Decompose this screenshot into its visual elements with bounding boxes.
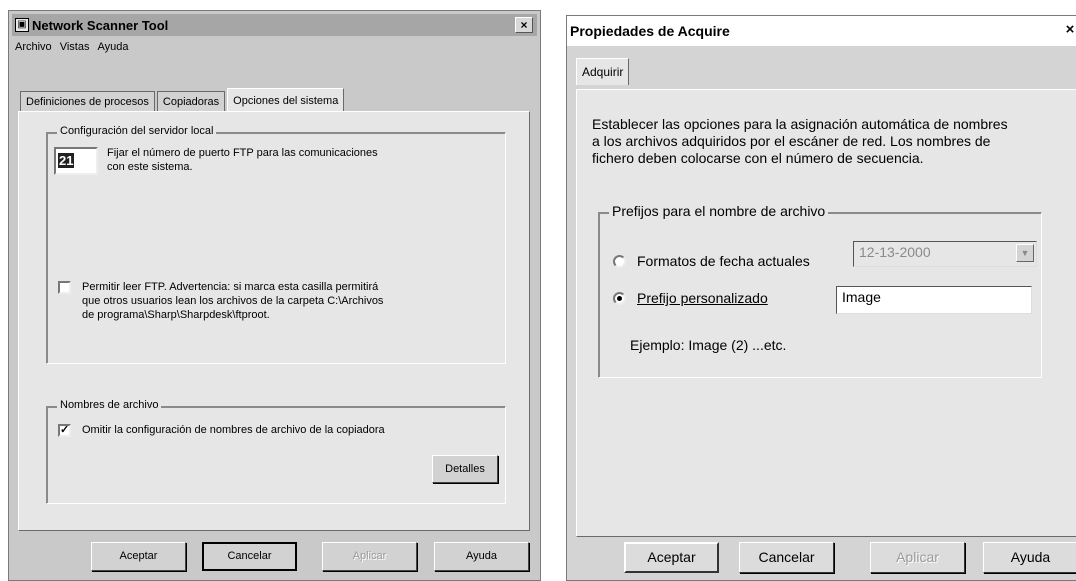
port-description-line-2: con este sistema. xyxy=(107,161,193,173)
custom-prefix-label: Prefijo personalizado xyxy=(637,290,768,306)
omit-filenames-checkbox[interactable]: ✓ xyxy=(58,424,71,437)
menu-vistas[interactable]: Vistas xyxy=(60,41,90,53)
port-description-line-1: Fijar el número de puerto FTP para las c… xyxy=(107,147,378,159)
filenames-group: Nombres de archivo ✓ Omitir la configura… xyxy=(46,399,506,504)
window-title: Network Scanner Tool xyxy=(32,17,169,33)
ftp-read-label-1: Permitir leer FTP. Advertencia: si marca… xyxy=(82,281,379,293)
acquire-properties-window: Propiedades de Acquire × Adquirir Establ… xyxy=(566,15,1076,581)
custom-prefix-radio[interactable] xyxy=(613,292,626,305)
filenames-legend: Nombres de archivo xyxy=(57,399,162,411)
prefix-group: Prefijos para el nombre de archivo Forma… xyxy=(598,203,1042,378)
omit-filenames-label: Omitir la configuración de nombres de ar… xyxy=(82,424,385,436)
cancel-button[interactable]: Cancelar xyxy=(739,542,834,573)
date-format-radio[interactable] xyxy=(613,255,626,268)
system-options-panel: Configuración del servidor local 21 Fija… xyxy=(18,111,530,531)
date-format-label: Formatos de fecha actuales xyxy=(637,253,810,269)
ok-button[interactable]: Aceptar xyxy=(624,542,719,573)
server-config-group: Configuración del servidor local 21 Fija… xyxy=(46,125,506,364)
cancel-button[interactable]: Cancelar xyxy=(202,542,297,571)
tab-acquire[interactable]: Adquirir xyxy=(576,58,630,85)
title-bar: ▣ Network Scanner Tool × xyxy=(12,14,537,36)
ftp-read-label-2: que otros usuarios lean los archivos de … xyxy=(82,295,384,307)
apply-button[interactable]: Aplicar xyxy=(870,542,965,573)
help-button[interactable]: Ayuda xyxy=(983,542,1076,573)
server-config-legend: Configuración del servidor local xyxy=(57,125,217,137)
ok-button[interactable]: Aceptar xyxy=(91,542,186,571)
tab-process-definitions[interactable]: Definiciones de procesos xyxy=(20,91,155,112)
description-line-2: a los archivos adquiridos por el escáner… xyxy=(592,133,991,149)
prefix-legend: Prefijos para el nombre de archivo xyxy=(609,203,829,219)
date-format-select[interactable]: 12-13-2000 ▼ xyxy=(853,241,1037,267)
window-title: Propiedades de Acquire xyxy=(570,23,730,39)
acquire-panel: Establecer las opciones para la asignaci… xyxy=(576,89,1076,537)
tab-system-options[interactable]: Opciones del sistema xyxy=(227,88,345,113)
tab-copiers[interactable]: Copiadoras xyxy=(156,91,226,112)
app-icon: ▣ xyxy=(15,18,29,32)
description-line-1: Establecer las opciones para la asignaci… xyxy=(592,116,1008,132)
menu-archivo[interactable]: Archivo xyxy=(15,41,52,53)
tab-strip: Definiciones de procesos Copiadoras Opci… xyxy=(20,87,346,113)
description-line-3: fichero deben colocarse con el número de… xyxy=(592,150,924,166)
close-button[interactable]: × xyxy=(1061,22,1076,39)
ftp-read-label-3: de programa\Sharp\Sharpdesk\ftproot. xyxy=(82,309,270,321)
menu-ayuda[interactable]: Ayuda xyxy=(97,41,128,53)
details-button[interactable]: Detalles xyxy=(432,455,498,483)
custom-prefix-input[interactable]: Image xyxy=(836,286,1032,314)
close-button[interactable]: × xyxy=(515,17,533,33)
title-bar: Propiedades de Acquire × xyxy=(567,16,1076,46)
ftp-port-input[interactable]: 21 xyxy=(54,147,98,175)
example-text: Ejemplo: Image (2) ...etc. xyxy=(630,337,787,353)
network-scanner-window: ▣ Network Scanner Tool × Archivo Vistas … xyxy=(8,10,541,581)
ftp-read-checkbox[interactable] xyxy=(58,281,71,294)
chevron-down-icon: ▼ xyxy=(1016,244,1034,262)
menu-bar: Archivo Vistas Ayuda xyxy=(13,37,128,57)
apply-button[interactable]: Aplicar xyxy=(322,542,417,571)
tab-strip: Adquirir xyxy=(576,57,631,85)
help-button[interactable]: Ayuda xyxy=(434,542,529,571)
